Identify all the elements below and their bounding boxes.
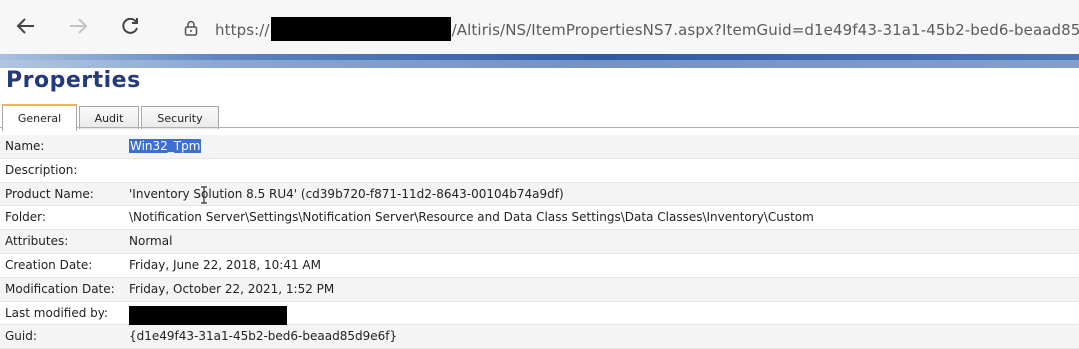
- property-value: Friday, June 22, 2018, 10:41 AM: [129, 257, 321, 272]
- property-row-guid: Guid: {d1e49f43-31a1-45b2-bed6-beaad85d9…: [0, 325, 1079, 349]
- property-row-folder: Folder: \Notification Server\Settings\No…: [0, 206, 1079, 231]
- property-row-modification-date: Modification Date: Friday, October 22, 2…: [0, 277, 1079, 302]
- tab-audit[interactable]: Audit: [79, 106, 139, 129]
- property-label: Creation Date:: [5, 257, 93, 272]
- browser-toolbar: https:// /Altiris/NS/ItemPropertiesNS7.as…: [0, 0, 1079, 54]
- text-cursor-icon: [200, 186, 208, 204]
- tab-divider: [0, 127, 1079, 128]
- redacted-host: [270, 17, 451, 41]
- redacted-user: [129, 305, 287, 325]
- url-prefix: https://: [215, 21, 270, 39]
- property-row-description: Description:: [0, 159, 1079, 183]
- property-row-last-modified-by: Last modified by:: [0, 302, 1079, 326]
- property-value: {d1e49f43-31a1-45b2-bed6-beaad85d9e6f}: [129, 329, 398, 344]
- page-title: Properties: [6, 68, 141, 93]
- property-row-attributes: Attributes: Normal: [0, 230, 1079, 254]
- url-text: https:// /Altiris/NS/ItemPropertiesNS7.as…: [215, 17, 1079, 41]
- reload-icon[interactable]: [116, 12, 144, 40]
- property-label: Name:: [5, 139, 45, 153]
- tab-security[interactable]: Security: [141, 106, 219, 129]
- property-label: Description:: [5, 162, 78, 177]
- property-value: Normal: [129, 234, 173, 249]
- property-label: Modification Date:: [5, 281, 115, 296]
- tab-general[interactable]: General: [2, 104, 77, 131]
- property-label: Folder:: [5, 210, 46, 225]
- property-label: Product Name:: [5, 186, 94, 201]
- name-value-selected[interactable]: Win32_Tpm: [129, 139, 202, 153]
- header-band-highlight: [0, 60, 1079, 68]
- properties-table: Name: Win32_Tpm Description: Product Nam…: [0, 135, 1079, 349]
- property-label: Last modified by:: [5, 305, 109, 320]
- tab-bar: General Audit Security: [0, 104, 1079, 131]
- url-path: /Altiris/NS/ItemPropertiesNS7.aspx?ItemG…: [451, 21, 1079, 39]
- property-row-product-name: Product Name: 'Inventory Solution 8.5 RU…: [0, 182, 1079, 207]
- address-bar[interactable]: https:// /Altiris/NS/ItemPropertiesNS7.as…: [170, 8, 1079, 48]
- property-label: Guid:: [5, 329, 37, 344]
- lock-icon[interactable]: [184, 20, 198, 36]
- property-row-name: Name: Win32_Tpm: [0, 135, 1079, 159]
- property-value-redacted: [129, 305, 287, 325]
- property-value: Friday, October 22, 2021, 1:52 PM: [129, 281, 335, 296]
- property-value: \Notification Server\Settings\Notificati…: [129, 210, 814, 225]
- property-label: Attributes:: [5, 234, 69, 249]
- property-value: 'Inventory Solution 8.5 RU4' (cd39b720-f…: [129, 186, 564, 201]
- back-arrow-icon[interactable]: [12, 12, 40, 40]
- property-row-creation-date: Creation Date: Friday, June 22, 2018, 10…: [0, 254, 1079, 278]
- forward-arrow-icon[interactable]: [64, 12, 92, 40]
